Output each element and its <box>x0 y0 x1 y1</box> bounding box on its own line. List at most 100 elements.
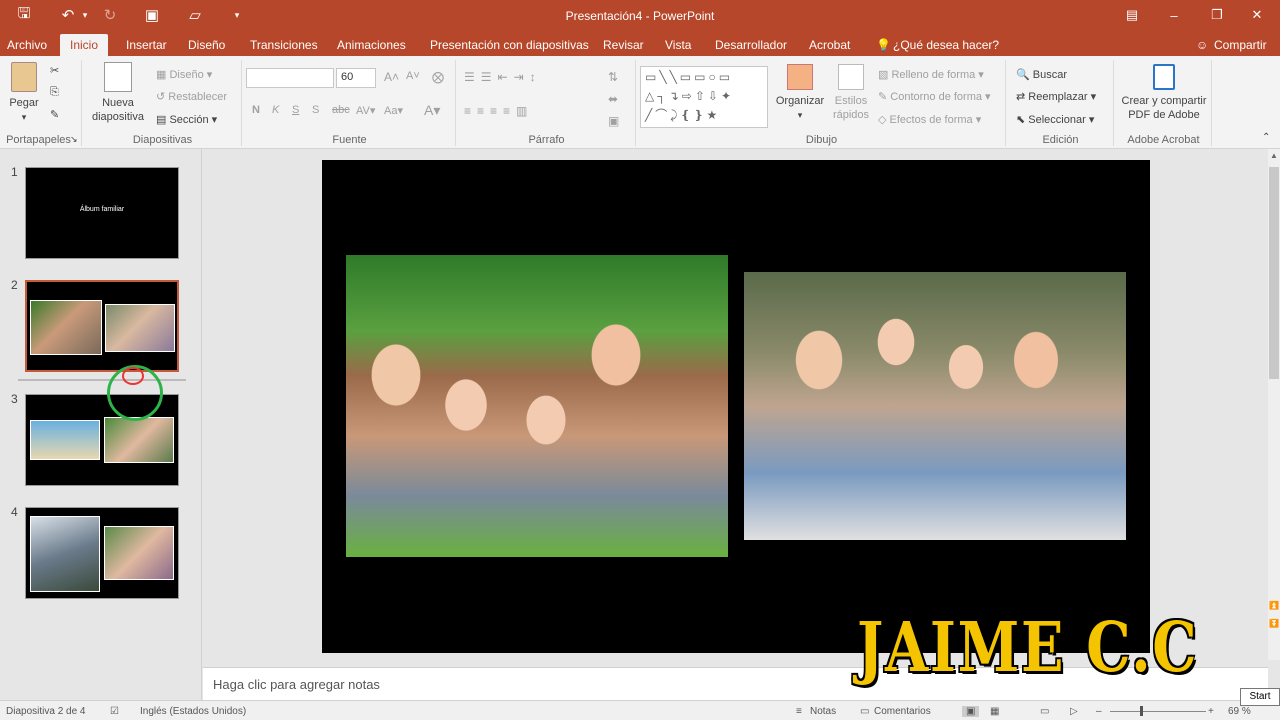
change-case-icon[interactable]: Aa▾ <box>384 104 403 117</box>
group-edicion: 🔍 Buscar ⇄ Reemplazar ▾ ⬉ Seleccionar ▾ … <box>1008 60 1114 146</box>
align-icons[interactable]: ≡≡≡≡▥ <box>464 104 533 118</box>
shape-effects-button[interactable]: ◇ Efectos de forma ▾ <box>878 113 981 126</box>
reset-button[interactable]: ↺ Restablecer <box>156 90 227 103</box>
font-size-field[interactable]: 60 <box>336 68 376 88</box>
shadow-button[interactable]: S <box>312 104 319 116</box>
ribbon-display-options-icon[interactable]: ▤ <box>1118 4 1146 26</box>
underline-button[interactable]: S <box>292 104 299 116</box>
effects-icon: ◇ <box>878 114 890 126</box>
tab-transiciones[interactable]: Transiciones <box>250 36 318 56</box>
spell-check-icon[interactable]: ☑ <box>110 706 119 717</box>
align-text-icon[interactable]: ⬌ <box>608 92 618 106</box>
arrange-button[interactable]: Organizar ▾ <box>772 64 828 122</box>
scroll-up-icon[interactable]: ▲ <box>1269 151 1279 161</box>
cut-icon[interactable]: ✂ <box>50 64 59 77</box>
zoom-slider[interactable] <box>1110 711 1206 712</box>
mouse-pointer-icon: ⬉ <box>134 392 146 408</box>
clipboard-icon <box>11 62 37 92</box>
slideshow-icon[interactable]: ▷ <box>1070 706 1078 717</box>
comments-toggle[interactable]: Comentarios <box>874 706 931 717</box>
scroll-thumb[interactable] <box>1269 167 1279 379</box>
zoom-out-icon[interactable]: – <box>1096 706 1102 717</box>
quick-styles-button[interactable]: Estilos rápidos <box>830 64 872 122</box>
current-slide[interactable] <box>322 160 1150 653</box>
notes-toggle[interactable]: Notas <box>810 706 836 717</box>
tab-diseno[interactable]: Diseño <box>188 36 225 56</box>
maximize-icon[interactable]: ❐ <box>1203 4 1231 26</box>
find-button[interactable]: 🔍 Buscar <box>1016 68 1067 81</box>
tell-me-search[interactable]: ¿Qué desea hacer? <box>893 36 999 56</box>
section-icon: ▤ <box>156 114 170 126</box>
slide-thumbnail-2[interactable] <box>25 280 179 372</box>
zoom-slider-thumb[interactable] <box>1140 706 1143 716</box>
tab-acrobat[interactable]: Acrobat <box>809 36 850 56</box>
reading-view-icon[interactable]: ▭ <box>1040 706 1049 717</box>
tab-revisar[interactable]: Revisar <box>603 36 644 56</box>
shape-fill-button[interactable]: ▧ Relleno de forma ▾ <box>878 68 984 81</box>
tab-animaciones[interactable]: Animaciones <box>337 36 406 56</box>
strikethrough-button[interactable]: abc <box>332 104 350 116</box>
create-pdf-button[interactable]: Crear y compartir PDF de Adobe <box>1116 64 1212 122</box>
section-button[interactable]: ▤ Sección ▾ <box>156 113 217 126</box>
ribbon: Pegar ▾ ✂ ⎘ ✎ Portapapeles ↘ Nueva diapo… <box>0 56 1280 149</box>
next-slide-icon[interactable]: ⏬ <box>1269 619 1279 629</box>
group-diapositivas: Nueva diapositiva ▦ Diseño ▾ ↺ Restablec… <box>84 60 242 146</box>
window-title: Presentación4 - PowerPoint <box>565 9 715 23</box>
bold-button[interactable]: N <box>252 104 260 116</box>
slide-number: 1 <box>11 165 18 179</box>
paste-button[interactable]: Pegar ▾ <box>6 62 42 124</box>
clipboard-launcher-icon[interactable]: ↘ <box>70 134 78 145</box>
paste-dropdown-icon[interactable]: ▾ <box>6 110 42 124</box>
normal-view-icon[interactable]: ▣ <box>962 706 980 717</box>
close-icon[interactable]: ✕ <box>1243 4 1271 26</box>
slide-thumbnail-4[interactable] <box>25 507 179 599</box>
tab-desarrollador[interactable]: Desarrollador <box>715 36 787 56</box>
clear-format-icon[interactable]: ⨂ <box>432 70 444 84</box>
language-indicator[interactable]: Inglés (Estados Unidos) <box>140 706 246 717</box>
thumb-photo <box>104 417 174 463</box>
family-photo-left[interactable] <box>346 255 728 557</box>
italic-button[interactable]: K <box>272 104 279 116</box>
start-button[interactable]: Start <box>1240 688 1280 706</box>
tab-vista[interactable]: Vista <box>665 36 691 56</box>
tab-insertar[interactable]: Insertar <box>126 36 167 56</box>
format-painter-icon[interactable]: ✎ <box>50 108 59 121</box>
font-name-field[interactable] <box>246 68 334 88</box>
slide-number: 3 <box>11 392 18 406</box>
text-direction-icon[interactable]: ⇅ <box>608 70 618 84</box>
list-icons[interactable]: ☰☰⇤⇥↕ <box>464 70 542 84</box>
group-label-parrafo: Párrafo <box>528 134 565 146</box>
slide-sorter-icon[interactable]: ▦ <box>990 706 999 717</box>
tab-inicio[interactable]: Inicio <box>60 34 109 56</box>
font-color-icon[interactable]: A▾ <box>424 102 440 119</box>
notes-placeholder: Haga clic para agregar notas <box>213 677 380 692</box>
share-button[interactable]: Compartir <box>1214 36 1267 56</box>
thumb-photo <box>104 526 174 580</box>
collapse-ribbon-icon[interactable]: ⌃ <box>1262 132 1270 143</box>
tab-presentacion[interactable]: Presentación con diapositivas <box>430 36 589 56</box>
share-icon[interactable]: ☺ <box>1196 36 1208 56</box>
shrink-font-icon[interactable]: A˅ <box>406 70 420 82</box>
slide-thumbnail-pane[interactable]: 1 Álbum familiar 2 3 4 <box>0 149 202 700</box>
family-photo-right[interactable] <box>744 272 1126 540</box>
grow-font-icon[interactable]: A˄ <box>384 70 399 84</box>
zoom-level[interactable]: 69 % <box>1228 706 1251 717</box>
new-slide-button[interactable]: Nueva diapositiva <box>86 62 150 124</box>
pencil-icon: ✎ <box>878 91 891 103</box>
arrange-icon <box>787 64 813 90</box>
vertical-scrollbar[interactable]: ▲ ⏫ ⏬ <box>1268 149 1280 660</box>
tab-archivo[interactable]: Archivo <box>7 36 47 56</box>
smartart-icon[interactable]: ▣ <box>608 114 619 128</box>
select-button[interactable]: ⬉ Seleccionar ▾ <box>1016 113 1094 126</box>
shapes-gallery[interactable]: ▭╲╲▭▭○▭ △┐↴⇨⇧⇩✦ ╱⌒⤸❴❵★ <box>640 66 768 128</box>
shape-outline-button[interactable]: ✎ Contorno de forma ▾ <box>878 90 991 103</box>
replace-button[interactable]: ⇄ Reemplazar ▾ <box>1016 90 1096 103</box>
slide-thumbnail-1[interactable]: Álbum familiar <box>25 167 179 259</box>
layout-button[interactable]: ▦ Diseño ▾ <box>156 68 212 81</box>
status-bar: Diapositiva 2 de 4 ☑ Inglés (Estados Uni… <box>0 700 1280 720</box>
prev-slide-icon[interactable]: ⏫ <box>1269 601 1279 611</box>
zoom-in-icon[interactable]: + <box>1208 706 1214 717</box>
minimize-icon[interactable]: – <box>1160 4 1188 26</box>
copy-icon[interactable]: ⎘ <box>50 86 59 99</box>
char-spacing-icon[interactable]: AV▾ <box>356 104 375 117</box>
